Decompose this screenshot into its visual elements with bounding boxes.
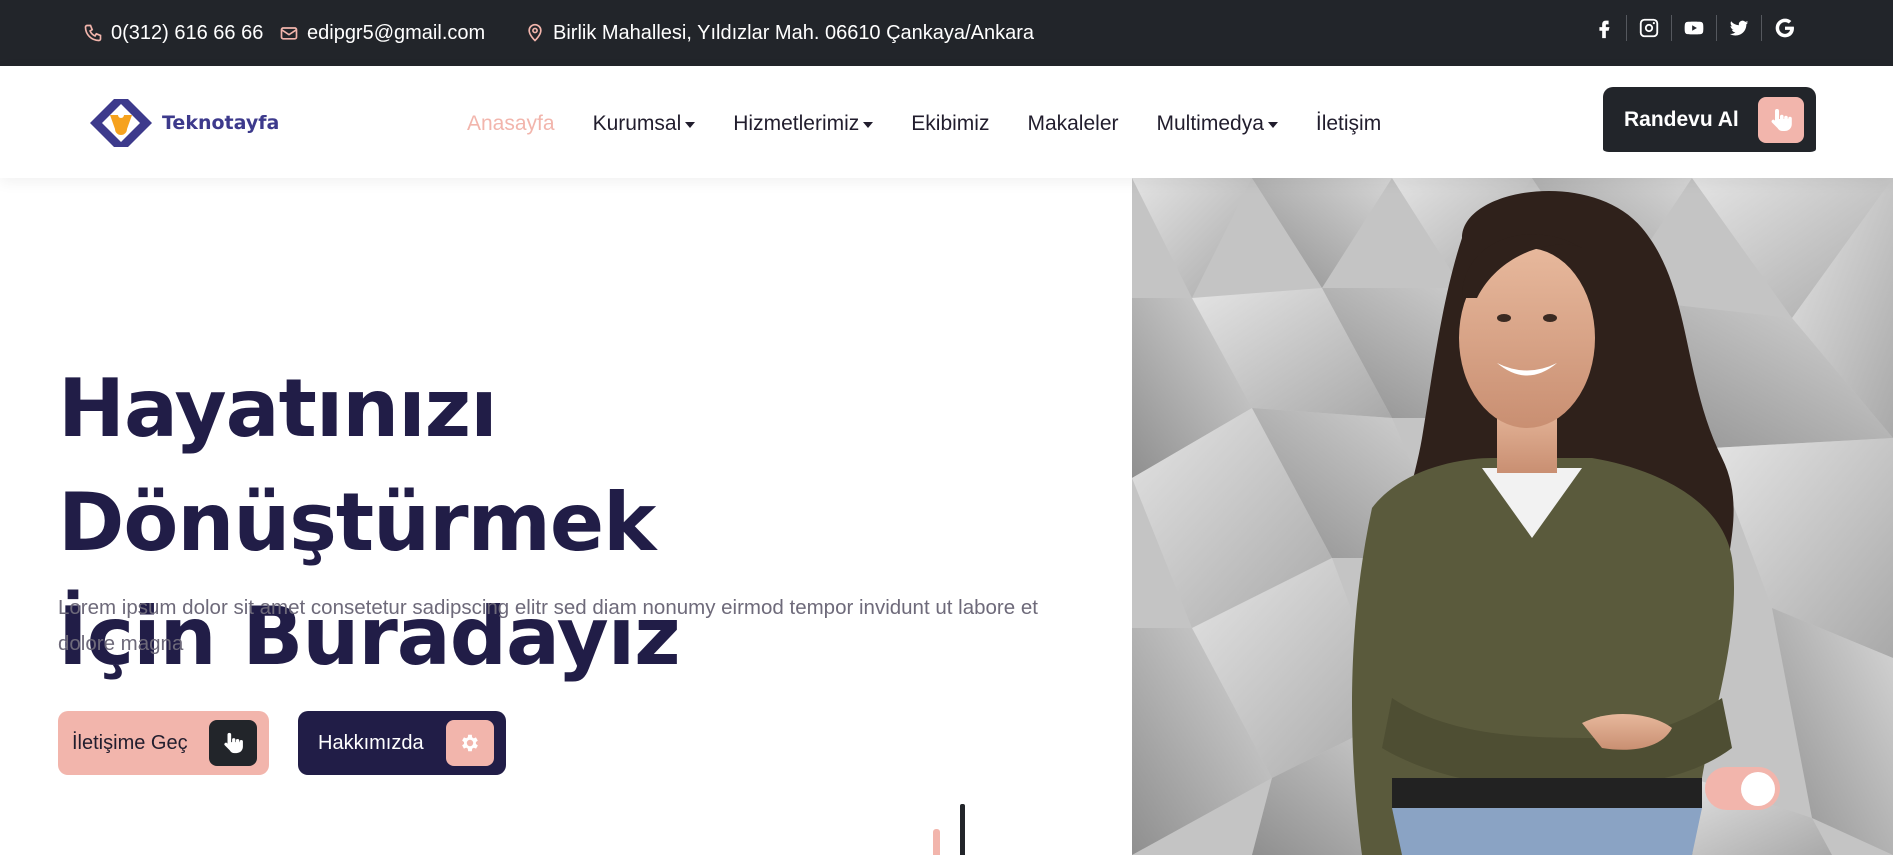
nav-item-label: Makaleler <box>1027 112 1119 135</box>
theme-toggle[interactable] <box>1705 767 1780 810</box>
phone-number: 0(312) 616 66 66 <box>111 21 264 44</box>
youtube-icon[interactable] <box>1672 15 1717 41</box>
nav-item-label: Kurumsal <box>592 112 682 135</box>
facebook-icon[interactable] <box>1582 15 1627 41</box>
brand-name: Teknotayfa <box>162 112 280 134</box>
toggle-knob <box>1741 772 1775 806</box>
nav-item-kurumsal[interactable]: Kurumsal <box>593 112 696 136</box>
nav-item-ekibimiz[interactable]: Ekibimiz <box>911 112 989 136</box>
appointment-button-label: Randevu Al <box>1624 107 1739 131</box>
hand-pointer-icon <box>209 720 257 766</box>
twitter-icon[interactable] <box>1717 15 1762 41</box>
nav-item-label: Ekibimiz <box>911 112 990 135</box>
nav-item-label: Anasayfa <box>467 112 555 135</box>
main-navbar: Teknotayfa Anasayfa Kurumsal Hizmetlerim… <box>0 66 1893 178</box>
address-text: Birlik Mahallesi, Yıldızlar Mah. 06610 Ç… <box>553 21 1034 44</box>
about-button-label: Hakkımızda <box>318 731 424 754</box>
social-links <box>1582 0 1807 56</box>
nav-item-hizmetlerimiz[interactable]: Hizmetlerimiz <box>733 112 874 136</box>
caret-down-icon <box>685 122 696 128</box>
appointment-button[interactable]: Randevu Al <box>1603 87 1816 155</box>
hero-description: Lorem ipsum dolor sit amet consetetur sa… <box>58 596 1038 655</box>
about-button[interactable]: Hakkımızda <box>298 711 506 775</box>
gear-icon <box>446 720 494 766</box>
hand-pointer-icon <box>1758 97 1804 143</box>
hero-photo <box>1132 178 1893 855</box>
location-pin-icon <box>528 23 542 42</box>
instagram-icon[interactable] <box>1627 15 1672 41</box>
caret-down-icon <box>1267 122 1278 128</box>
nav-item-multimedya[interactable]: Multimedya <box>1157 112 1278 136</box>
nav-menu: Anasayfa Kurumsal Hizmetlerimiz Ekibimiz… <box>467 66 1419 182</box>
nav-item-label: Hizmetlerimiz <box>733 112 860 135</box>
nav-item-makaleler[interactable]: Makaleler <box>1027 112 1118 136</box>
nav-item-label: İletişim <box>1315 112 1382 135</box>
contact-button-label: İletişime Geç <box>72 731 188 754</box>
decorative-bar <box>933 829 940 855</box>
logo-icon <box>90 99 152 147</box>
phone-icon <box>84 24 102 42</box>
nav-item-label: Multimedya <box>1156 112 1264 135</box>
brand-logo[interactable]: Teknotayfa <box>86 93 279 153</box>
hero-image <box>1132 178 1893 855</box>
top-bar: 0(312) 616 66 66 edipgr5@gmail.com Birli… <box>0 0 1893 66</box>
decorative-bar <box>960 804 965 855</box>
google-icon[interactable] <box>1762 15 1807 41</box>
caret-down-icon <box>863 122 874 128</box>
email-contact[interactable]: edipgr5@gmail.com <box>279 0 485 66</box>
hero-title-line-1: Hayatınızı Dönüştürmek <box>58 362 656 569</box>
phone-contact[interactable]: 0(312) 616 66 66 <box>83 0 263 66</box>
email-address: edipgr5@gmail.com <box>307 21 486 44</box>
email-icon <box>280 27 298 40</box>
nav-item-iletisim[interactable]: İletişim <box>1316 112 1381 136</box>
nav-item-anasayfa[interactable]: Anasayfa <box>467 112 555 136</box>
address-contact[interactable]: Birlik Mahallesi, Yıldızlar Mah. 06610 Ç… <box>525 0 1034 66</box>
contact-button[interactable]: İletişime Geç <box>58 711 269 775</box>
